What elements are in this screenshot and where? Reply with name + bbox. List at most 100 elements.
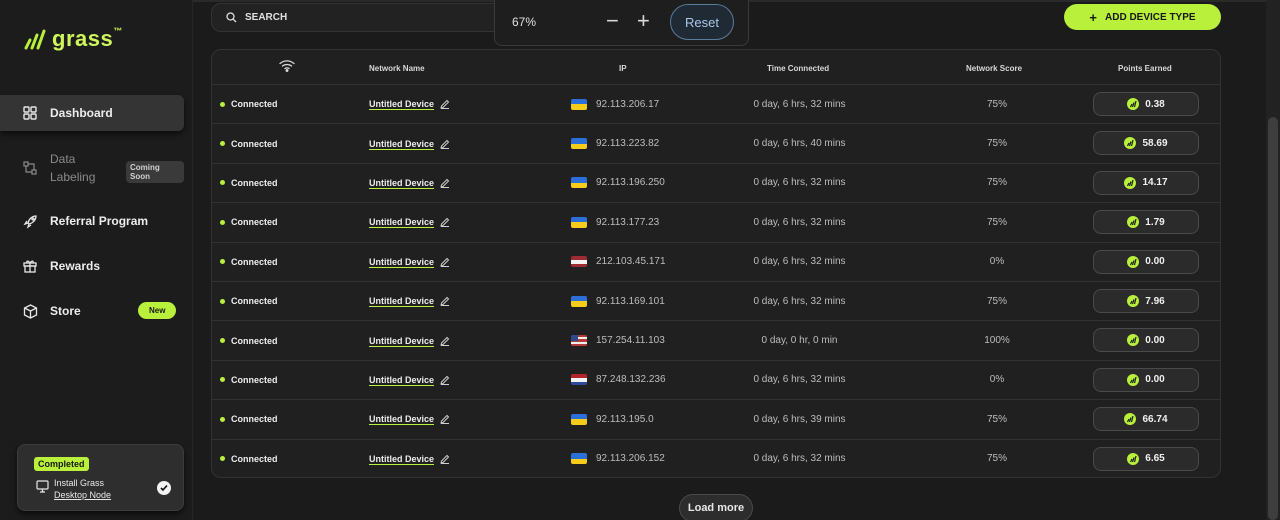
device-name-link[interactable]: Untitled Device [369,139,434,149]
device-name-cell: Untitled Device [369,321,450,359]
points-value: 1.79 [1145,216,1165,228]
status-text: Connected [231,138,278,149]
country-flag-icon [571,138,587,150]
add-device-type-button[interactable]: + ADD DEVICE TYPE [1064,4,1221,30]
device-name-link[interactable]: Untitled Device [369,178,434,188]
edit-icon[interactable] [440,414,450,425]
ip-cell: 92.113.196.250 [571,164,665,202]
edit-icon[interactable] [440,336,450,346]
ip-address: 92.113.195.0 [596,413,654,425]
status-cell: Connected [220,400,278,438]
box-icon [22,303,38,319]
zoom-reset-button[interactable]: Reset [670,4,734,40]
network-score-cell: 100% [984,335,1010,347]
ip-address: 92.113.177.23 [596,216,660,228]
status-cell: Connected [220,243,278,281]
status-dot [220,456,225,462]
time-connected-cell: 0 day, 6 hrs, 32 mins [753,216,846,228]
ip-address: 92.113.206.152 [596,453,665,465]
brand-logo[interactable]: grass™ [24,26,123,52]
status-cell: Connected [220,361,278,399]
status-dot [220,416,225,422]
zoom-level: 67% [512,15,537,29]
device-name-link[interactable]: Untitled Device [369,296,434,306]
ip-address: 92.113.196.250 [596,177,665,189]
grass-point-icon [1127,334,1140,347]
ip-address: 92.113.206.17 [596,98,660,110]
desktop-icon [36,480,49,493]
zoom-popup: 67% − + Reset [494,0,749,46]
load-more-button[interactable]: Load more [679,494,753,520]
grass-point-icon [1124,137,1137,150]
search-input[interactable]: SEARCH [211,3,511,32]
status-text: Connected [231,177,278,188]
device-name-link[interactable]: Untitled Device [369,257,434,267]
task-link[interactable]: Desktop Node [54,490,111,500]
edit-icon[interactable] [440,139,450,149]
table-row: Connected Untitled Device 92.113.223.82 0 d… [212,124,1220,164]
status-text: Connected [231,374,278,385]
time-connected-cell: 0 day, 6 hrs, 32 mins [753,453,846,465]
edit-icon[interactable] [440,99,450,110]
device-name-link[interactable]: Untitled Device [369,414,434,424]
time-connected-cell: 0 day, 6 hrs, 32 mins [753,295,846,307]
points-earned-badge: 0.38 [1093,92,1199,116]
status-text: Connected [231,453,278,464]
device-name-link[interactable]: Untitled Device [369,375,434,385]
network-score-cell: 75% [986,138,1007,150]
header-points-earned: Points Earned [1118,64,1172,73]
edit-icon[interactable] [440,375,450,385]
sidebar-item-store[interactable]: Store New [0,292,184,330]
network-score-cell: 75% [986,295,1007,307]
table-header: Network Name IP Time Connected Network S… [212,50,1220,85]
sidebar-item-rewards[interactable]: Rewards [0,247,184,285]
time-connected-cell: 0 day, 6 hrs, 32 mins [753,256,846,268]
device-name-cell: Untitled Device [369,400,450,438]
edit-icon[interactable] [440,257,450,267]
points-earned-badge: 66.74 [1093,407,1199,432]
device-name-link[interactable]: Untitled Device [369,99,434,109]
grass-point-icon [1127,295,1140,307]
time-connected-cell: 0 day, 6 hrs, 39 mins [753,413,846,425]
zoom-in-button[interactable]: + [637,8,650,34]
network-score-cell: 75% [986,453,1007,465]
table-row: Connected Untitled Device 157.254.11.103 0 … [212,321,1220,361]
device-name-cell: Untitled Device [369,85,450,123]
device-name-link[interactable]: Untitled Device [369,454,434,464]
time-connected-cell: 0 day, 6 hrs, 32 mins [753,98,846,110]
status-dot [220,180,225,186]
sidebar-item-label: Store [50,304,81,318]
sidebar-item-referral-program[interactable]: Referral Program [0,202,184,240]
status-dot [220,377,225,383]
status-text: Connected [231,99,278,110]
scrollbar-thumb[interactable] [1268,117,1278,520]
status-dot [220,101,225,107]
edit-icon[interactable] [440,217,450,228]
points-value: 0.00 [1145,374,1165,386]
grass-point-icon [1127,373,1140,386]
zoom-out-button[interactable]: − [606,8,619,34]
network-score-cell: 75% [986,216,1007,228]
grass-point-icon [1124,176,1137,189]
status-cell: Connected [220,85,278,123]
sidebar-item-data-labeling[interactable]: Data Labeling Coming Soon [0,146,184,190]
table-row: Connected Untitled Device 87.248.132.236 0 … [212,361,1220,401]
ip-cell: 92.113.206.152 [571,440,665,477]
sidebar-item-dashboard[interactable]: Dashboard [0,95,184,131]
points-value: 66.74 [1142,413,1168,425]
check-icon [157,481,171,495]
grass-point-icon [1127,255,1140,268]
device-name-link[interactable]: Untitled Device [369,217,434,227]
ip-cell: 212.103.45.171 [571,243,666,281]
edit-icon[interactable] [440,178,450,188]
edit-icon[interactable] [440,296,450,307]
time-connected-cell: 0 day, 0 hr, 0 min [761,335,838,347]
ip-cell: 157.254.11.103 [571,321,665,359]
grass-logo-icon [24,29,46,50]
device-name-link[interactable]: Untitled Device [369,336,434,346]
country-flag-icon [571,177,587,189]
edit-icon[interactable] [440,454,450,464]
status-cell: Connected [220,164,278,202]
task-title: Install Grass [54,478,105,488]
ip-cell: 92.113.169.101 [571,282,665,320]
